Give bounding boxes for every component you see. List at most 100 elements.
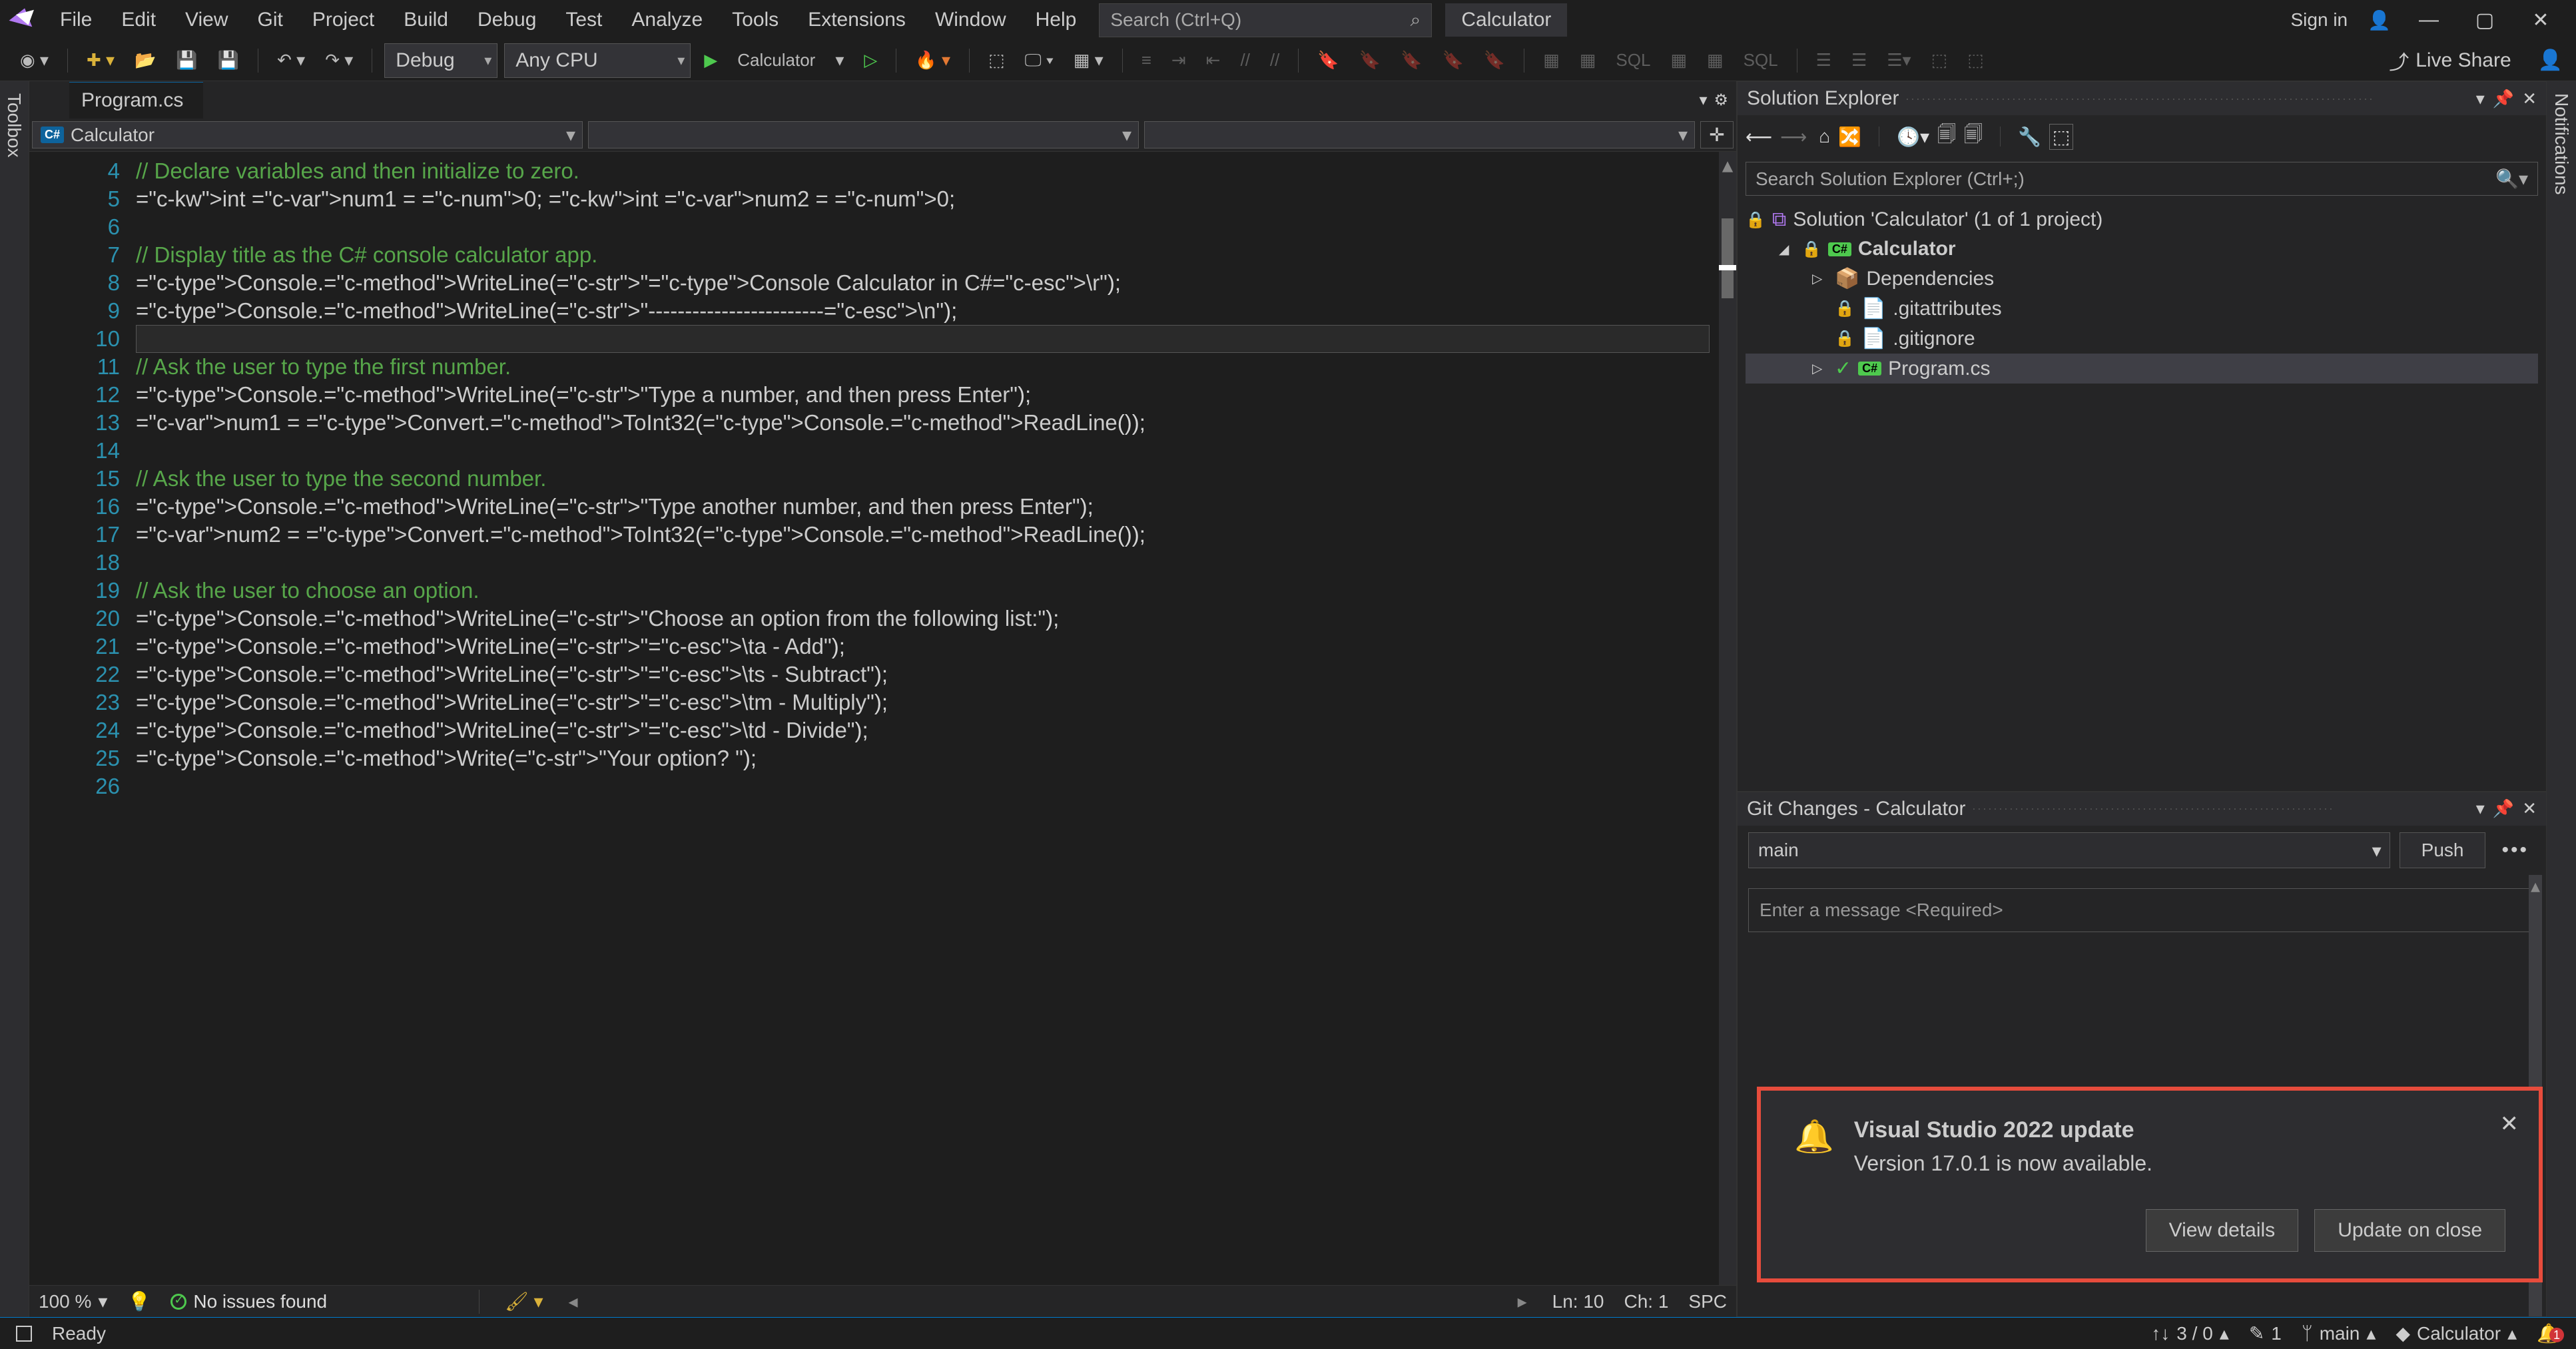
grid4-icon[interactable]: ▦	[1700, 46, 1730, 75]
menu-help[interactable]: Help	[1021, 5, 1092, 35]
toolbox-rail[interactable]: Toolbox	[0, 81, 29, 1317]
switch-view-icon[interactable]: 🔀	[1838, 126, 1861, 148]
project-status[interactable]: ◆ Calculator ▴	[2396, 1322, 2517, 1344]
uncomment-icon[interactable]: //	[1263, 46, 1286, 75]
minimize-button[interactable]: —	[2411, 7, 2447, 33]
commit-message-input[interactable]: Enter a message <Required>	[1748, 888, 2535, 932]
hot-reload-button[interactable]: 🔥 ▾	[908, 46, 957, 75]
solution-node[interactable]: 🔒 ⧉ Solution 'Calculator' (1 of 1 projec…	[1746, 205, 2538, 234]
wrap2-icon[interactable]: ⬚	[1961, 46, 1991, 75]
status-square-icon[interactable]	[16, 1326, 32, 1342]
grid-icon[interactable]: ▦	[1536, 46, 1566, 75]
toast-close-button[interactable]: ✕	[2500, 1111, 2519, 1137]
panel-pin-icon[interactable]: 📌	[2493, 798, 2514, 819]
more-button[interactable]: •••	[2495, 832, 2535, 868]
file-node[interactable]: 🔒 📄 .gitattributes	[1746, 294, 2538, 324]
expand-icon[interactable]: ▷	[1812, 270, 1828, 287]
file-node-active[interactable]: ▷ ✓ C# Program.cs	[1746, 354, 2538, 384]
h-scrollbar[interactable]: ◂▸	[563, 1295, 1532, 1308]
split-icon[interactable]: ✛	[1700, 121, 1734, 148]
platform-dropdown[interactable]: Any CPU	[504, 43, 691, 78]
panel-pin-icon[interactable]: 📌	[2493, 89, 2514, 109]
bookmark-icon[interactable]: 🔖	[1311, 46, 1345, 75]
file-tab[interactable]: Program.cs	[69, 82, 203, 119]
list2-icon[interactable]: ☰	[1845, 46, 1873, 75]
zoom-level[interactable]: 100 % ▾	[39, 1290, 107, 1312]
comment-icon[interactable]: //	[1233, 46, 1256, 75]
expand-icon[interactable]: ◢	[1779, 241, 1795, 258]
menu-extensions[interactable]: Extensions	[793, 5, 920, 35]
nav-back-icon[interactable]: ⟵	[1746, 126, 1772, 148]
close-button[interactable]: ✕	[2523, 7, 2559, 33]
outdent-icon[interactable]: ⇤	[1199, 46, 1227, 75]
sql-icon[interactable]: SQL	[1609, 46, 1657, 75]
profile-icon[interactable]: 👤	[2368, 9, 2391, 31]
panel-menu-icon[interactable]: ▾	[2476, 89, 2485, 109]
grid3-icon[interactable]: ▦	[1664, 46, 1694, 75]
show-all-icon[interactable]: 🗐	[1964, 121, 1983, 152]
preview-icon[interactable]: ⬚	[2049, 124, 2073, 150]
save-button[interactable]: 💾	[169, 46, 204, 75]
menu-project[interactable]: Project	[298, 5, 389, 35]
search-box[interactable]: Search (Ctrl+Q) ⌕	[1099, 3, 1432, 37]
save-all-button[interactable]: 💾	[211, 46, 246, 75]
project-node[interactable]: ◢ 🔒 C# Calculator	[1746, 234, 2538, 264]
menu-build[interactable]: Build	[389, 5, 463, 35]
se-search-box[interactable]: Search Solution Explorer (Ctrl+;) 🔍▾	[1746, 162, 2538, 196]
pending-commits[interactable]: ↑↓ 3 / 0 ▴	[2151, 1322, 2229, 1344]
menu-view[interactable]: View	[170, 5, 242, 35]
sync-icon[interactable]: 🗐	[1937, 121, 1956, 152]
method-dropdown[interactable]	[1144, 121, 1695, 148]
format-icon[interactable]: ≡	[1135, 46, 1158, 75]
update-on-close-button[interactable]: Update on close	[2314, 1209, 2505, 1252]
grid2-icon[interactable]: ▦	[1573, 46, 1603, 75]
spaces-indicator[interactable]: SPC	[1688, 1291, 1727, 1312]
menu-analyze[interactable]: Analyze	[617, 5, 717, 35]
deps-node[interactable]: ▷ 📦 Dependencies	[1746, 264, 2538, 294]
account-icon[interactable]: 👤	[2538, 49, 2563, 72]
start-target-dropdown-icon[interactable]: ▾	[828, 46, 850, 75]
line-indicator[interactable]: Ln: 10	[1552, 1291, 1604, 1312]
brush-icon[interactable]: 🖌 ▾	[505, 1290, 543, 1312]
member-dropdown[interactable]	[588, 121, 1139, 148]
changes-count[interactable]: ✎ 1	[2249, 1322, 2282, 1344]
intellicode-icon[interactable]: 💡	[127, 1290, 151, 1312]
sign-in-link[interactable]: Sign in	[2291, 9, 2348, 31]
issues-status[interactable]: No issues found	[170, 1291, 327, 1312]
properties-icon[interactable]: 🔧	[2018, 126, 2041, 148]
home-icon[interactable]: ⌂	[1819, 126, 1830, 147]
start-target[interactable]: Calculator	[731, 46, 822, 75]
maximize-button[interactable]: ▢	[2467, 7, 2503, 33]
pending-icon[interactable]: 🕓▾	[1897, 126, 1929, 148]
menu-tools[interactable]: Tools	[717, 5, 793, 35]
push-button[interactable]: Push	[2400, 832, 2486, 868]
menu-window[interactable]: Window	[920, 5, 1021, 35]
scroll-thumb[interactable]	[1722, 218, 1734, 298]
redo-button[interactable]: ↷ ▾	[318, 46, 360, 75]
new-item-button[interactable]: ✚ ▾	[80, 46, 121, 75]
file-node[interactable]: 🔒 📄 .gitignore	[1746, 324, 2538, 354]
notifications-bell[interactable]: 🔔	[2537, 1322, 2560, 1344]
class-dropdown[interactable]: C# Calculator	[32, 121, 583, 148]
tab-dropdown-icon[interactable]: ▾	[1699, 91, 1707, 110]
notifications-rail[interactable]: Notifications	[2547, 81, 2576, 1317]
sql2-icon[interactable]: SQL	[1737, 46, 1785, 75]
toolbox-icon[interactable]: ⬚	[982, 46, 1012, 75]
liveshare-label[interactable]: Live Share	[2415, 49, 2511, 72]
col-indicator[interactable]: Ch: 1	[1624, 1291, 1668, 1312]
indent-icon[interactable]: ⇥	[1165, 46, 1193, 75]
browser-icon[interactable]: 🖵 ▾	[1018, 46, 1060, 75]
menu-test[interactable]: Test	[551, 5, 617, 35]
liveshare-icon[interactable]: ⤴	[2389, 46, 2409, 75]
branch-status[interactable]: ᛘ main ▴	[2302, 1322, 2376, 1344]
view-details-button[interactable]: View details	[2146, 1209, 2299, 1252]
panel-close-icon[interactable]: ✕	[2522, 798, 2537, 819]
bookmark-next-icon[interactable]: 🔖	[1394, 46, 1429, 75]
bookmark-prev-icon[interactable]: 🔖	[1353, 46, 1387, 75]
config-dropdown[interactable]: Debug	[384, 43, 497, 78]
menu-file[interactable]: File	[45, 5, 107, 35]
branch-dropdown[interactable]: main	[1748, 832, 2390, 868]
code-editor[interactable]: 4567891011121314151617181920212223242526…	[29, 152, 1736, 1285]
open-button[interactable]: 📂	[128, 46, 162, 75]
tab-settings-icon[interactable]: ⚙	[1714, 91, 1728, 110]
